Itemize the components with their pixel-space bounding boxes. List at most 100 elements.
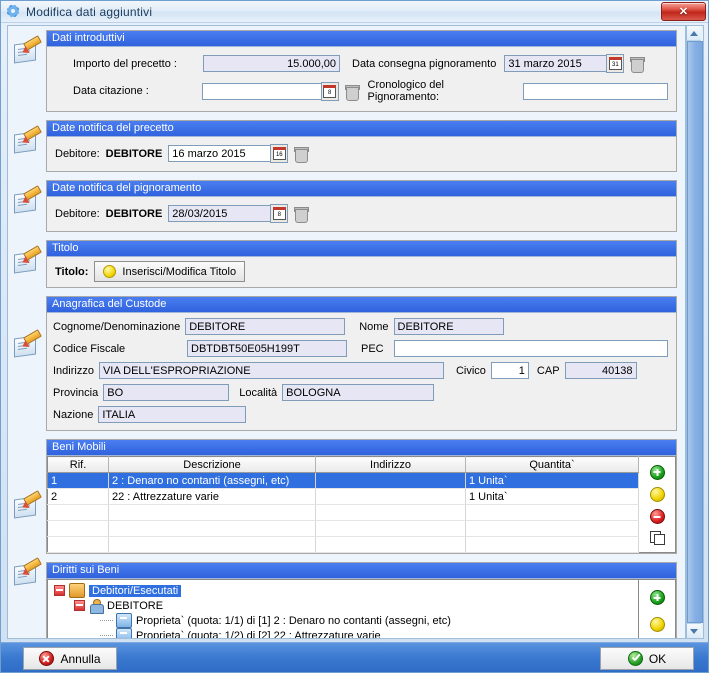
duplicate-icon[interactable] — [650, 531, 665, 546]
section-beni-mobili: Beni Mobili Rif. Descrizione Indirizzo Q… — [8, 435, 685, 558]
cap-label: CAP — [536, 364, 560, 377]
data-citazione-input[interactable] — [201, 82, 322, 100]
edit-icon[interactable] — [649, 617, 665, 633]
party-name: DEBITORE — [105, 147, 163, 160]
table-row[interactable]: 2 22 : Attrezzature varie 1 Unita` — [47, 488, 639, 505]
tree-connector — [100, 631, 114, 638]
data-notifica-precetto-input[interactable] — [168, 145, 272, 162]
section-diritti-sui-beni: Diritti sui Beni Debitori/Esecutati DEBI… — [8, 557, 685, 639]
cancel-button-label: Annulla — [60, 651, 101, 666]
dialog-window: Modifica dati aggiuntivi ✕ Dati introdut… — [0, 0, 709, 673]
cell-indirizzo — [315, 472, 466, 489]
add-icon[interactable] — [649, 590, 665, 606]
right-doc-icon — [116, 613, 132, 628]
scrollbar-thumb[interactable] — [687, 41, 703, 623]
vertical-scrollbar[interactable] — [686, 25, 704, 639]
cell-quantita: 1 Unita` — [465, 472, 639, 489]
delete-icon[interactable] — [294, 206, 310, 223]
pec-label: PEC — [361, 342, 384, 355]
inserisci-modifica-titolo-button[interactable]: Inserisci/Modifica Titolo — [94, 261, 246, 282]
cognome-input[interactable] — [185, 318, 346, 335]
ok-button[interactable]: OK — [600, 647, 694, 670]
tree-node-label: Proprieta` (quota: 1/2) di [2] 22 : Attr… — [136, 629, 381, 639]
tree-connector — [100, 616, 114, 625]
beni-mobili-actions — [639, 456, 676, 553]
importo-label: Importo del precetto : — [73, 57, 177, 70]
provincia-input[interactable] — [103, 384, 230, 401]
section-header: Titolo — [47, 241, 676, 257]
calendar-icon[interactable]: 8 — [270, 204, 289, 223]
cell-rif: 2 — [47, 488, 109, 505]
calendar-icon[interactable]: 8 — [320, 81, 339, 101]
edit-note-icon — [8, 557, 46, 586]
edit-icon[interactable] — [649, 486, 665, 502]
dialog-client-area: Dati introduttivi Importo del precetto :… — [1, 22, 708, 643]
column-header-quantita[interactable]: Quantita` — [465, 456, 639, 473]
civico-input[interactable] — [490, 362, 529, 379]
column-header-rif[interactable]: Rif. — [47, 456, 109, 473]
indirizzo-label: Indirizzo — [53, 364, 94, 377]
localita-input[interactable] — [282, 384, 435, 401]
calendar-day: 8 — [277, 212, 281, 218]
calendar-icon[interactable]: 31 — [606, 54, 625, 73]
cronologico-label: Cronologico del Pignoramento: — [367, 79, 444, 103]
table-empty-row — [47, 504, 639, 521]
tree-node[interactable]: Debitori/Esecutati — [52, 583, 634, 598]
nazione-input[interactable] — [98, 406, 247, 423]
table-empty-row — [47, 536, 639, 553]
table-row[interactable]: 1 2 : Denaro no contanti (assegni, etc) … — [47, 472, 639, 489]
tree-node[interactable]: Proprieta` (quota: 1/1) di [1] 2 : Denar… — [52, 613, 634, 628]
data-notifica-pignoramento-input[interactable] — [168, 205, 272, 222]
section-dati-introduttivi: Dati introduttivi Importo del precetto :… — [8, 26, 685, 116]
column-header-descrizione[interactable]: Descrizione — [108, 456, 316, 473]
party-name: DEBITORE — [105, 207, 163, 220]
delete-icon[interactable] — [344, 84, 360, 101]
data-notifica-precetto-field[interactable]: 16 — [168, 144, 289, 163]
window-title: Modifica dati aggiuntivi — [26, 4, 153, 19]
collapse-icon[interactable] — [74, 600, 85, 611]
scroll-up-icon[interactable] — [687, 26, 701, 41]
beni-mobili-table[interactable]: Rif. Descrizione Indirizzo Quantita` 1 2… — [47, 456, 639, 553]
tree-node[interactable]: Proprieta` (quota: 1/2) di [2] 22 : Attr… — [52, 628, 634, 639]
close-icon[interactable]: ✕ — [661, 2, 706, 21]
pec-input[interactable] — [394, 340, 668, 357]
nome-input[interactable] — [393, 318, 504, 335]
edit-note-icon — [8, 236, 46, 274]
debitore-label: Debitore: — [55, 147, 100, 160]
cap-input[interactable] — [564, 362, 637, 379]
cell-indirizzo — [315, 488, 466, 505]
localita-label: Località — [239, 386, 278, 399]
calendar-day: 8 — [327, 89, 332, 96]
tree-node[interactable]: DEBITORE — [52, 598, 634, 614]
people-icon — [69, 583, 85, 598]
data-consegna-field[interactable]: 31 — [504, 54, 625, 73]
edit-note-icon — [8, 26, 46, 64]
scroll-down-icon[interactable] — [687, 623, 701, 638]
table-header-row: Rif. Descrizione Indirizzo Quantita` — [47, 456, 639, 473]
cancel-button[interactable]: Annulla — [23, 647, 117, 670]
cell-descrizione: 2 : Denaro no contanti (assegni, etc) — [108, 472, 316, 489]
delete-icon[interactable] — [630, 56, 646, 73]
add-icon[interactable] — [649, 464, 665, 480]
ok-button-label: OK — [648, 651, 667, 666]
data-consegna-input[interactable] — [504, 55, 608, 72]
section-anagrafica-custode: Anagrafica del Custode Cognome/Denominaz… — [8, 292, 685, 435]
calendar-icon[interactable]: 16 — [270, 144, 289, 163]
tree-node-label: Debitori/Esecutati — [89, 584, 182, 597]
data-notifica-pignoramento-field[interactable]: 8 — [168, 204, 289, 223]
cronologico-input[interactable] — [523, 82, 668, 100]
delete-icon[interactable] — [294, 146, 310, 163]
indirizzo-input[interactable] — [98, 362, 444, 379]
diritti-tree[interactable]: Debitori/Esecutati DEBITORE Proprieta` (… — [47, 579, 639, 639]
section-date-notifica-precetto: Date notifica del precetto Debitore: DEB… — [8, 116, 685, 176]
column-header-indirizzo[interactable]: Indirizzo — [315, 456, 466, 473]
importo-precetto-input[interactable] — [203, 55, 340, 72]
cell-quantita: 1 Unita` — [465, 488, 639, 505]
edit-note-icon — [8, 435, 46, 519]
collapse-icon[interactable] — [54, 585, 65, 596]
section-header: Anagrafica del Custode — [47, 297, 676, 313]
codice-fiscale-input[interactable] — [187, 340, 347, 357]
codice-fiscale-label: Codice Fiscale — [53, 342, 126, 355]
data-citazione-field[interactable]: 8 — [201, 81, 339, 101]
delete-icon[interactable] — [649, 509, 665, 525]
